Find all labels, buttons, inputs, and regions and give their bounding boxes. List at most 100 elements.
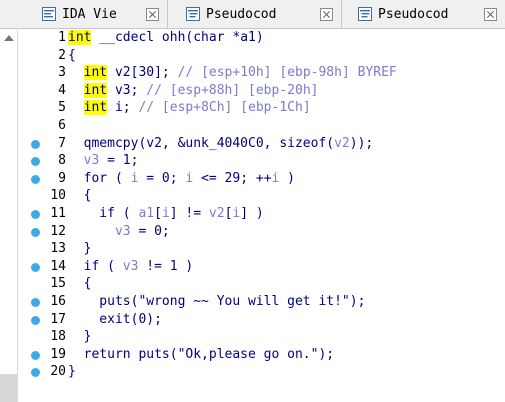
code-token: ) <box>279 170 296 186</box>
code-text[interactable]: v3 = 0; <box>68 223 170 241</box>
code-line[interactable]: 16 puts("wrong ~~ You will get it!"); <box>18 293 505 311</box>
scroll-thumb[interactable] <box>0 374 17 402</box>
code-line[interactable]: 10 { <box>18 187 505 205</box>
scroll-up-icon[interactable] <box>4 35 14 41</box>
code-token: } <box>68 241 92 257</box>
keyword-token: int <box>83 100 108 116</box>
code-line[interactable]: 5 int i; // [esp+8Ch] [ebp-1Ch] <box>18 99 505 117</box>
vertical-scrollbar[interactable] <box>0 29 18 402</box>
code-text[interactable]: for ( i = 0; i <= 29; ++i ) <box>68 170 295 188</box>
code-line[interactable]: 2{ <box>18 47 505 65</box>
line-number: 13 <box>50 241 66 257</box>
code-line[interactable]: 15 { <box>18 275 505 293</box>
code-text[interactable]: } <box>68 240 92 258</box>
close-icon[interactable] <box>146 7 159 21</box>
code-token: <= 29; ++ <box>193 170 272 186</box>
code-token: { <box>68 47 76 63</box>
code-token: { <box>68 276 92 292</box>
code-text[interactable]: if ( v3 != 1 ) <box>68 258 194 276</box>
code-line[interactable]: 11 if ( a1[i] != v2[i] ) <box>18 205 505 223</box>
code-line[interactable]: 9 for ( i = 0; i <= 29; ++i ) <box>18 170 505 188</box>
line-number: 10 <box>50 188 66 204</box>
tab-pseudocode-a[interactable]: Pseudocod <box>180 0 342 28</box>
line-number: 19 <box>50 346 66 362</box>
line-number: 14 <box>50 258 66 274</box>
close-icon[interactable] <box>484 7 497 21</box>
tab-ida-view[interactable]: IDA Vie <box>36 0 168 28</box>
code-text[interactable]: int i; // [esp+8Ch] [ebp-1Ch] <box>68 99 311 117</box>
code-text[interactable]: { <box>68 47 76 65</box>
code-token: } <box>68 329 92 345</box>
ida-view-icon <box>42 7 56 21</box>
code-token: [ <box>154 206 162 221</box>
code-token: { <box>68 188 92 204</box>
keyword-token: int <box>83 65 108 81</box>
code-line[interactable]: 14 if ( v3 != 1 ) <box>18 258 505 276</box>
code-text[interactable]: int __cdecl ohh(char *a1) <box>68 29 264 47</box>
code-text[interactable]: int v3; // [esp+88h] [ebp-20h] <box>68 82 318 100</box>
code-line[interactable]: 1 int __cdecl ohh(char *a1) <box>18 29 505 47</box>
code-token: != 1 ) <box>138 258 194 274</box>
code-line[interactable]: 8 v3 = 1; <box>18 152 505 170</box>
comment-token: // [esp+8Ch] [ebp-1Ch] <box>138 100 311 116</box>
code-token: ] ) <box>240 206 264 221</box>
code-text[interactable]: return puts("Ok,please go on."); <box>68 346 334 364</box>
close-icon[interactable] <box>320 7 333 21</box>
code-line[interactable]: 18 } <box>18 328 505 346</box>
code-token: = 0; <box>130 223 170 239</box>
line-number: 8 <box>58 153 66 169</box>
code-text[interactable]: int v2[30]; // [esp+10h] [ebp-98h] BYREF <box>68 64 397 82</box>
tab-label: IDA Vie <box>62 6 117 22</box>
code-text[interactable]: qmemcpy(v2, &unk_4040C0, sizeof(v2)); <box>68 135 374 153</box>
tab-pseudocode-b[interactable]: Pseudocod <box>352 0 505 28</box>
line-number: 4 <box>58 82 66 98</box>
line-number: 11 <box>50 206 66 221</box>
line-number: 2 <box>58 47 66 63</box>
tab-label: Pseudocod <box>206 6 277 22</box>
code-token: v3 <box>122 258 139 274</box>
code-line[interactable]: 13 } <box>18 240 505 258</box>
code-text[interactable]: exit(0); <box>68 311 162 329</box>
line-number: 9 <box>58 170 66 186</box>
code-text[interactable]: puts("wrong ~~ You will get it!"); <box>68 293 365 311</box>
code-text[interactable]: { <box>68 187 92 205</box>
code-line[interactable]: 12 v3 = 0; <box>18 223 505 241</box>
code-line[interactable]: 4 int v3; // [esp+88h] [ebp-20h] <box>18 82 505 100</box>
code-line[interactable]: 17 exit(0); <box>18 311 505 329</box>
code-line[interactable]: 3 int v2[30]; // [esp+10h] [ebp-98h] BYR… <box>18 64 505 82</box>
code-token: __cdecl ohh(char *a1) <box>91 30 264 45</box>
code-text[interactable]: } <box>68 363 76 381</box>
line-number: 17 <box>50 311 66 327</box>
code-token: i <box>161 206 170 221</box>
code-text[interactable]: { <box>68 275 92 293</box>
code-token: } <box>68 364 76 380</box>
code-token: i; <box>107 100 139 116</box>
code-token: v3 <box>114 223 131 239</box>
comment-token: // [esp+88h] [ebp-20h] <box>146 82 319 98</box>
code-token: v3; <box>107 82 147 98</box>
code-text[interactable]: } <box>68 328 92 346</box>
pseudocode-icon <box>186 7 200 21</box>
code-token: qmemcpy(v2, &unk_4040C0, sizeof( <box>68 135 335 151</box>
code-text[interactable]: if ( a1[i] != v2[i] ) <box>68 205 264 223</box>
code-token: a1 <box>138 206 155 221</box>
line-number: 20 <box>50 364 66 380</box>
keyword-token: int <box>68 30 92 45</box>
code-line[interactable]: 19 return puts("Ok,please go on."); <box>18 346 505 364</box>
line-number: 15 <box>50 276 66 292</box>
code-line[interactable]: 6 <box>18 117 505 135</box>
code-line[interactable]: 20} <box>18 363 505 381</box>
code-text[interactable]: v3 = 1; <box>68 152 139 170</box>
tab-bar: IDA Vie Pseudocod Pseudocod <box>0 0 505 29</box>
code-token: = 1; <box>99 153 139 169</box>
pseudocode-view[interactable]: 1 int __cdecl ohh(char *a1) 2{3 int v2[30]… <box>18 29 505 402</box>
code-token: exit(0); <box>68 311 162 327</box>
code-line[interactable]: 7 qmemcpy(v2, &unk_4040C0, sizeof(v2)); <box>18 135 505 153</box>
code-token: v2[30]; <box>107 65 178 81</box>
line-number: 5 <box>58 100 66 116</box>
